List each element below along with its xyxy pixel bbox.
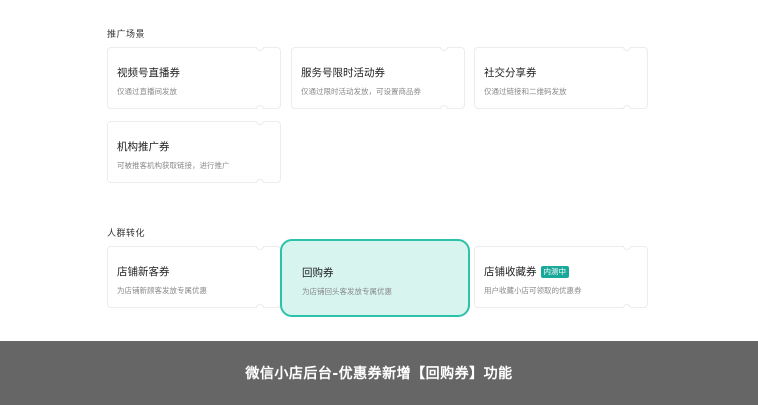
card-notch xyxy=(256,246,264,250)
caption-banner: 微信小店后台-优惠券新增【回购券】功能 xyxy=(0,341,758,405)
coupon-card-new-customer[interactable]: 店铺新客券 为店铺新顾客发放专属优惠 xyxy=(107,246,281,308)
card-notch xyxy=(623,47,631,51)
coupon-card-limited-activity[interactable]: 服务号限时活动券 仅通过限时活动发放，可设置商品券 xyxy=(291,47,465,109)
coupon-card-repurchase[interactable]: 回购券 为店铺回头客发放专属优惠 xyxy=(280,239,470,317)
section-title-promotion: 推广场景 xyxy=(107,30,146,40)
coupon-card-name: 店铺新客券 xyxy=(117,266,170,278)
beta-badge: 内测中 xyxy=(540,265,569,278)
coupon-card-name-text: 店铺收藏券 xyxy=(484,266,537,278)
card-notch xyxy=(256,179,264,183)
coupon-card-desc: 为店铺回头客发放专属优惠 xyxy=(302,287,392,296)
coupon-card-name: 店铺收藏券 内测中 xyxy=(484,264,569,279)
card-notch xyxy=(440,47,448,51)
coupon-card-desc: 可被推客机构获取链接，进行推广 xyxy=(117,161,230,170)
coupon-card-name: 机构推广券 xyxy=(117,141,170,153)
coupon-card-name: 回购券 xyxy=(302,267,334,279)
card-notch xyxy=(623,304,631,308)
coupon-card-store-favorite[interactable]: 店铺收藏券 内测中 用户收藏小店可领取的优惠券 xyxy=(474,246,648,308)
card-notch xyxy=(623,246,631,250)
coupon-card-agency-promotion[interactable]: 机构推广券 可被推客机构获取链接，进行推广 xyxy=(107,121,281,183)
coupon-card-social-share[interactable]: 社交分享券 仅通过链接和二维码发放 xyxy=(474,47,648,109)
coupon-card-desc: 用户收藏小店可领取的优惠券 xyxy=(484,286,582,295)
coupon-card-desc: 仅通过限时活动发放，可设置商品券 xyxy=(301,87,421,96)
coupon-card-desc: 仅通过直播间发放 xyxy=(117,87,177,96)
coupon-card-name: 服务号限时活动券 xyxy=(301,67,385,79)
card-notch xyxy=(256,47,264,51)
coupon-card-live-stream[interactable]: 视频号直播券 仅通过直播间发放 xyxy=(107,47,281,109)
coupon-card-name: 社交分享券 xyxy=(484,67,537,79)
coupon-card-desc: 仅通过链接和二维码发放 xyxy=(484,87,567,96)
coupon-card-name: 视频号直播券 xyxy=(117,67,180,79)
card-notch xyxy=(256,105,264,109)
card-notch xyxy=(256,304,264,308)
coupon-card-desc: 为店铺新顾客发放专属优惠 xyxy=(117,286,207,295)
card-notch xyxy=(623,105,631,109)
caption-text: 微信小店后台-优惠券新增【回购券】功能 xyxy=(245,366,513,382)
section-title-conversion: 人群转化 xyxy=(107,229,146,239)
card-notch xyxy=(256,121,264,125)
card-notch xyxy=(440,105,448,109)
